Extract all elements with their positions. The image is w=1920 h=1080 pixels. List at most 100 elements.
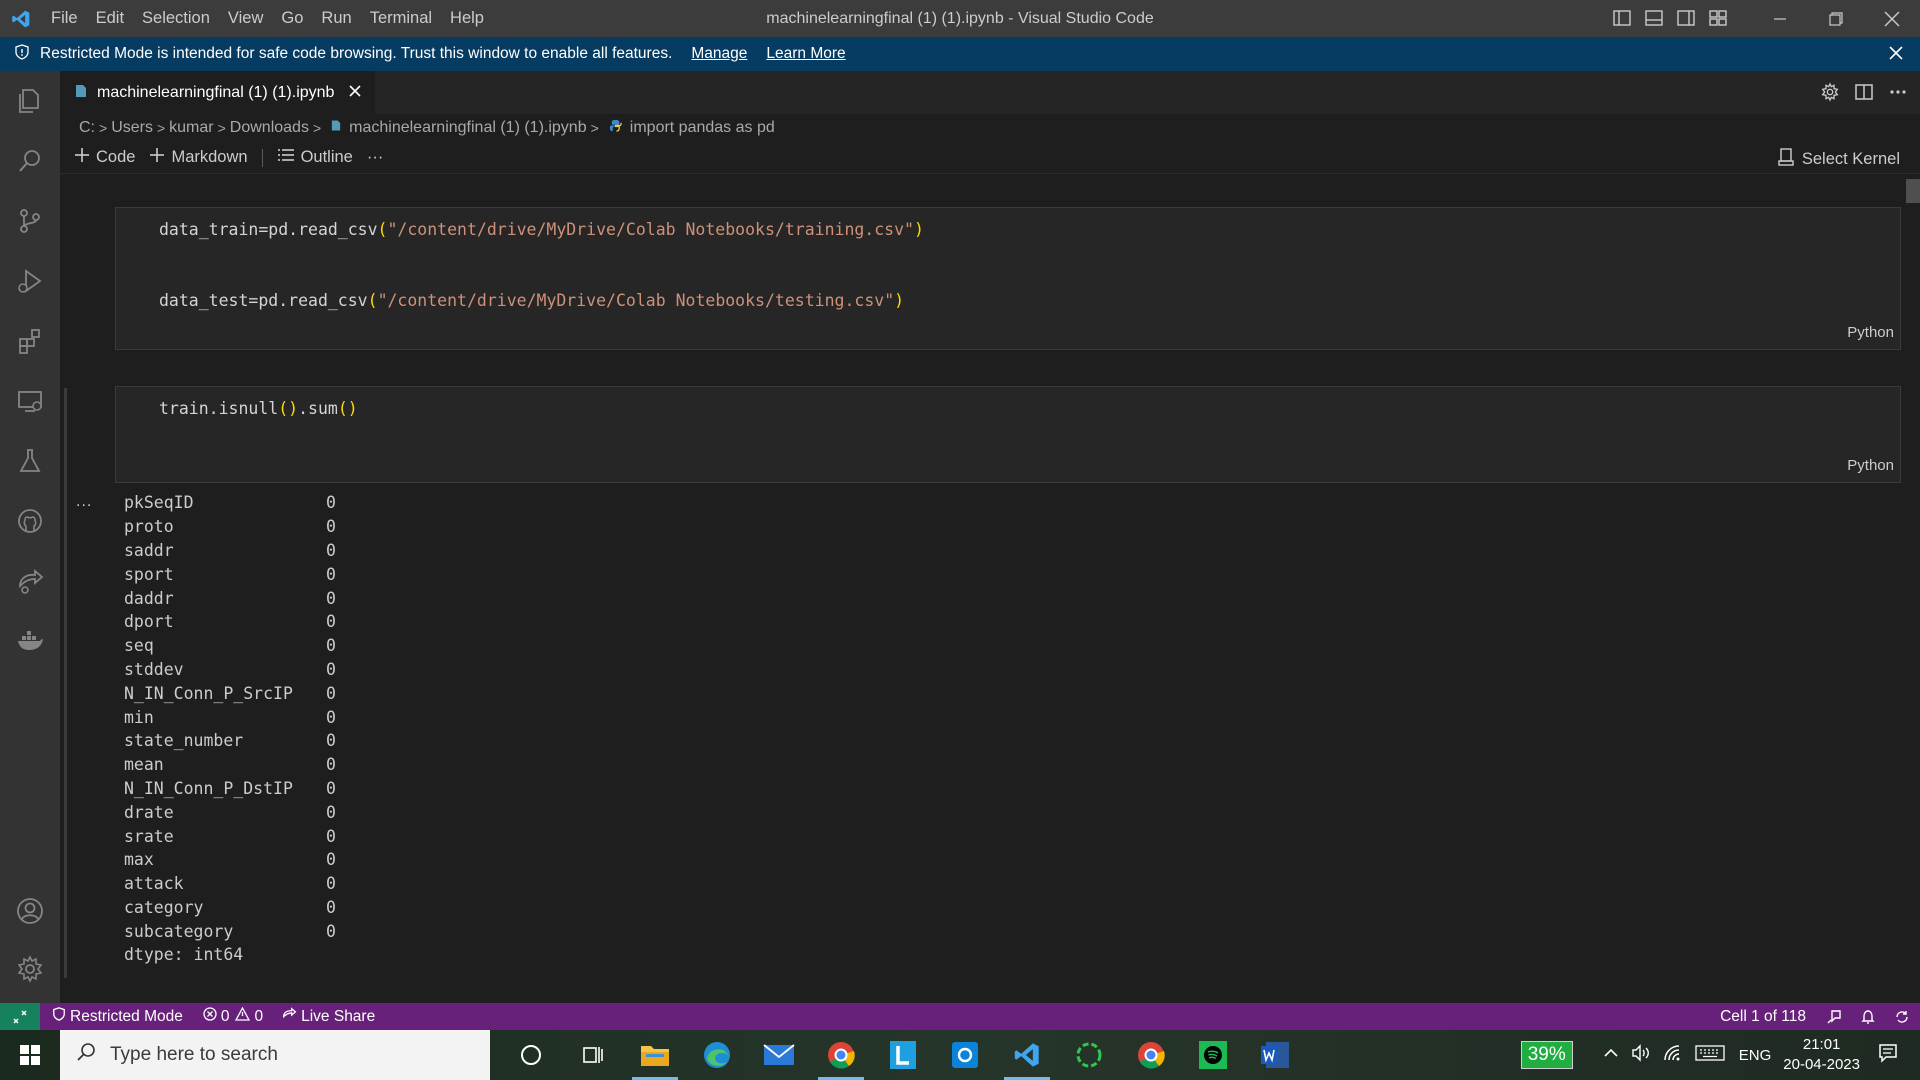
restricted-mode-banner: Restricted Mode is intended for safe cod… — [0, 37, 1920, 71]
vertical-scrollbar[interactable] — [1906, 179, 1920, 203]
refresh-app-icon[interactable] — [1058, 1030, 1120, 1080]
more-actions-icon[interactable] — [1888, 82, 1908, 107]
close-tab-icon[interactable] — [348, 84, 362, 103]
chrome-browser-icon[interactable] — [810, 1030, 872, 1080]
chrome-profile-icon[interactable] — [1120, 1030, 1182, 1080]
live-share-status[interactable]: Live Share — [281, 1006, 375, 1027]
notebook-settings-gear-icon[interactable] — [1820, 82, 1840, 107]
menu-edit[interactable]: Edit — [87, 9, 133, 28]
output-column-name: drate — [124, 802, 174, 822]
notifications-bell-icon[interactable] — [1860, 1009, 1876, 1025]
edge-browser-icon[interactable] — [686, 1030, 748, 1080]
problems-status[interactable]: 0 0 — [203, 1006, 263, 1026]
output-row: saddr 0 — [124, 539, 336, 563]
output-null-count: 0 — [326, 683, 336, 703]
volume-icon[interactable] — [1631, 1044, 1651, 1066]
add-markdown-cell-button[interactable]: Markdown — [149, 147, 248, 168]
select-kernel-button[interactable]: Select Kernel — [1778, 148, 1900, 171]
vscode-taskbar-icon[interactable] — [996, 1030, 1058, 1080]
menu-selection[interactable]: Selection — [133, 9, 219, 28]
input-language[interactable]: ENG — [1739, 1047, 1772, 1064]
cell-position-status[interactable]: Cell 1 of 118 — [1720, 1008, 1806, 1026]
editor-tab[interactable]: machinelearningfinal (1) (1).ipynb — [60, 71, 375, 114]
github-icon[interactable] — [0, 495, 60, 547]
status-bar: Restricted Mode 0 0 Live Share Cell 1 of… — [0, 1003, 1920, 1030]
restricted-mode-status[interactable]: Restricted Mode — [52, 1007, 183, 1026]
chevron-up-icon[interactable] — [1603, 1045, 1619, 1065]
breadcrumb-file[interactable]: machinelearningfinal (1) (1).ipynb — [349, 119, 586, 137]
code-line[interactable]: data_test=pd.read_csv("/content/drive/My… — [159, 291, 904, 310]
sync-icon[interactable] — [1894, 1009, 1910, 1025]
select-kernel-label: Select Kernel — [1801, 150, 1900, 168]
output-actions-button[interactable]: ... — [76, 493, 92, 511]
toggle-panel-icon[interactable] — [1644, 8, 1664, 33]
explorer-icon[interactable] — [0, 75, 60, 127]
add-code-cell-button[interactable]: Code — [74, 147, 135, 168]
restore-button[interactable] — [1808, 0, 1864, 37]
word-icon[interactable] — [1244, 1030, 1306, 1080]
battery-indicator[interactable]: 39% — [1520, 1041, 1573, 1069]
code-cell[interactable]: data_train=pd.read_csv("/content/drive/M… — [115, 207, 1901, 350]
manage-link[interactable]: Manage — [691, 45, 747, 63]
learn-more-link[interactable]: Learn More — [766, 45, 845, 63]
menu-go[interactable]: Go — [272, 9, 312, 28]
keyboard-icon[interactable] — [1695, 1044, 1725, 1066]
remote-explorer-icon[interactable] — [0, 375, 60, 427]
breadcrumb-downloads[interactable]: Downloads — [230, 119, 309, 137]
customize-layout-icon[interactable] — [1708, 8, 1728, 33]
cell-output: ... pkSeqID 0 proto 0 saddr 0 sport 0 daddr 0 dpor… — [76, 491, 336, 967]
split-editor-icon[interactable] — [1854, 82, 1874, 107]
run-debug-icon[interactable] — [0, 255, 60, 307]
docker-icon[interactable] — [0, 615, 60, 667]
python-icon — [609, 119, 622, 137]
minimize-button[interactable] — [1752, 0, 1808, 37]
breadcrumb-drive[interactable]: C: — [79, 119, 95, 137]
close-window-button[interactable] — [1864, 0, 1920, 37]
toggle-secondary-sidebar-icon[interactable] — [1676, 8, 1696, 33]
breadcrumb-users[interactable]: Users — [111, 119, 153, 137]
outline-button[interactable]: Outline — [277, 147, 353, 168]
menu-run[interactable]: Run — [312, 9, 360, 28]
cell-language-label[interactable]: Python — [1847, 457, 1894, 474]
error-icon — [203, 1007, 217, 1026]
toolbar-more-button[interactable]: ··· — [367, 148, 383, 167]
breadcrumb-user[interactable]: kumar — [169, 119, 213, 137]
plus-icon — [149, 147, 165, 168]
editor-actions — [1820, 82, 1908, 107]
accounts-icon[interactable] — [0, 885, 60, 937]
notifications-icon[interactable] — [1878, 1043, 1898, 1067]
menu-terminal[interactable]: Terminal — [361, 9, 441, 28]
search-icon[interactable] — [0, 135, 60, 187]
mail-icon[interactable] — [748, 1030, 810, 1080]
clock[interactable]: 21:01 20-04-2023 — [1783, 1035, 1860, 1075]
menu-file[interactable]: File — [42, 9, 87, 28]
feedback-icon[interactable] — [1826, 1009, 1842, 1025]
windows-start-icon[interactable] — [0, 1030, 60, 1080]
remote-indicator-icon[interactable] — [0, 1003, 40, 1030]
menu-help[interactable]: Help — [441, 9, 493, 28]
code-line[interactable]: train.isnull().sum() — [159, 399, 358, 418]
wifi-icon[interactable] — [1663, 1044, 1683, 1066]
output-column-name: sport — [124, 564, 174, 584]
taskbar-search-box[interactable]: Type here to search — [60, 1030, 490, 1080]
file-explorer-icon[interactable] — [624, 1030, 686, 1080]
l-app-icon[interactable] — [872, 1030, 934, 1080]
output-null-count: 0 — [326, 897, 336, 917]
spotify-icon[interactable] — [1182, 1030, 1244, 1080]
breadcrumb-symbol[interactable]: import pandas as pd — [630, 119, 775, 137]
close-banner-icon[interactable] — [1888, 45, 1904, 66]
menu-view[interactable]: View — [219, 9, 272, 28]
code-cell[interactable]: train.isnull().sum() Python — [115, 386, 1901, 483]
cell-language-label[interactable]: Python — [1847, 324, 1894, 341]
code-bracket: ) — [894, 291, 905, 310]
blue-app-icon[interactable] — [934, 1030, 996, 1080]
code-line[interactable]: data_train=pd.read_csv("/content/drive/M… — [159, 220, 924, 239]
extensions-icon[interactable] — [0, 315, 60, 367]
cortana-icon[interactable] — [500, 1030, 562, 1080]
testing-icon[interactable] — [0, 435, 60, 487]
task-view-icon[interactable] — [562, 1030, 624, 1080]
live-share-icon[interactable] — [0, 555, 60, 607]
toggle-primary-sidebar-icon[interactable] — [1612, 8, 1632, 33]
source-control-icon[interactable] — [0, 195, 60, 247]
manage-gear-icon[interactable] — [0, 943, 60, 995]
